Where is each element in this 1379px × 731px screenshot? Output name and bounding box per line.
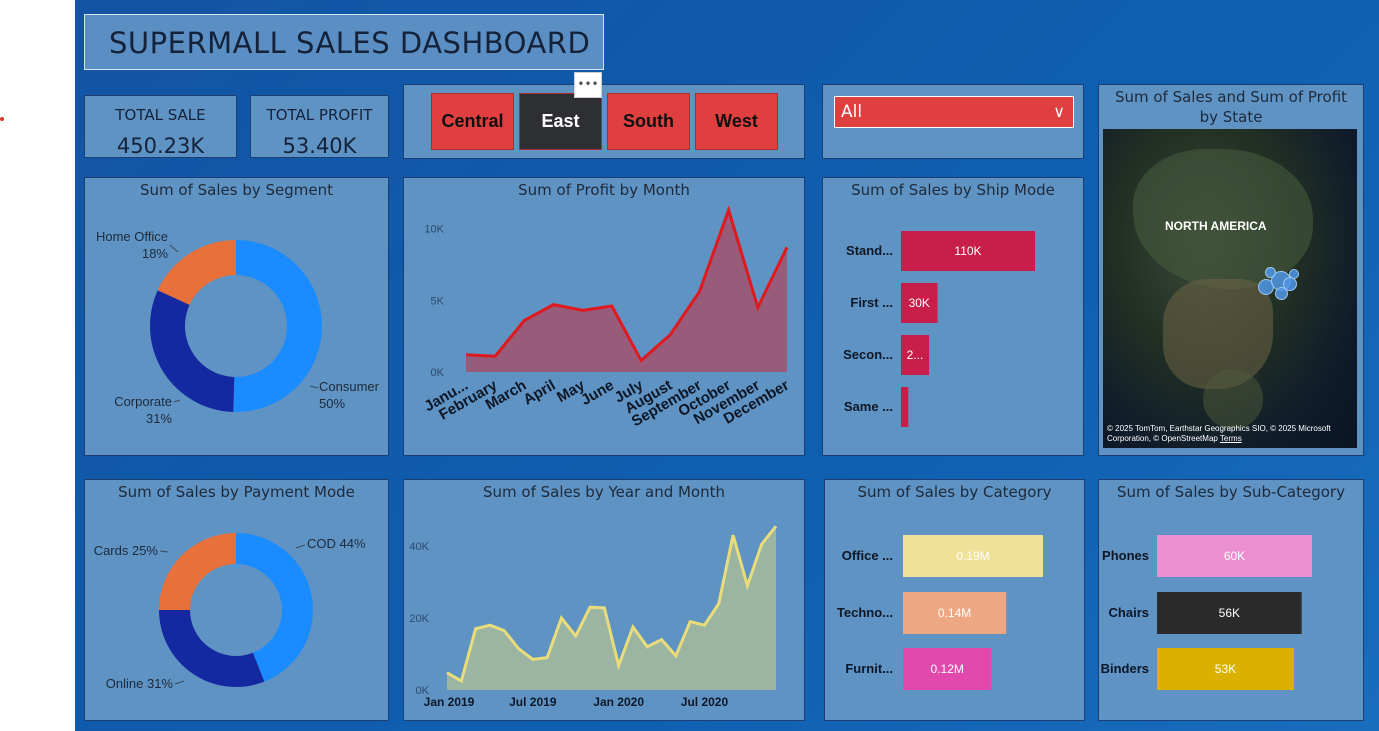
sub-category-panel: Sum of Sales by Sub-Category <box>1098 479 1364 721</box>
map-view[interactable]: NORTH AMERICA © 2025 TomTom, Earthstar G… <box>1103 129 1357 448</box>
segment-title: Sum of Sales by Segment <box>140 181 333 199</box>
sub-category-title: Sum of Sales by Sub-Category <box>1117 483 1345 501</box>
dropdown-value: All <box>841 102 863 122</box>
region-button-west[interactable]: West <box>695 93 778 150</box>
region-button-south[interactable]: South <box>607 93 690 150</box>
chevron-down-icon: ∨ <box>1053 102 1065 121</box>
map-attribution: © 2025 TomTom, Earthstar Geographics SIO… <box>1107 424 1357 444</box>
landmass <box>1203 369 1263 429</box>
payment-mode-title: Sum of Sales by Payment Mode <box>118 483 355 501</box>
map-title: Sum of Sales and Sum of Profit by State <box>1114 88 1348 126</box>
kpi-value: 53.40K <box>282 134 357 158</box>
kpi-label: TOTAL SALE <box>115 106 206 124</box>
sales-year-month-panel: Sum of Sales by Year and Month <box>403 479 805 721</box>
map-bubble[interactable] <box>1265 267 1276 278</box>
profit-month-panel: Sum of Profit by Month <box>403 177 805 456</box>
terms-link[interactable]: Terms <box>1220 434 1242 443</box>
payment-mode-panel: Sum of Sales by Payment Mode <box>84 479 389 721</box>
region-button-central[interactable]: Central <box>431 93 514 150</box>
region-button-east[interactable]: East <box>519 93 602 150</box>
segment-panel: Sum of Sales by Segment <box>84 177 389 456</box>
kpi-label: TOTAL PROFIT <box>266 106 373 124</box>
stray-dot <box>0 117 4 121</box>
map-bubble[interactable] <box>1289 269 1299 279</box>
kpi-total-profit: TOTAL PROFIT 53.40K <box>250 95 389 158</box>
ship-mode-title: Sum of Sales by Ship Mode <box>851 181 1055 199</box>
kpi-total-sale: TOTAL SALE 450.23K <box>84 95 237 158</box>
filter-dropdown[interactable]: All ∨ <box>834 96 1074 128</box>
map-bubble[interactable] <box>1275 287 1288 300</box>
dashboard-title: SUPERMALL SALES DASHBOARD <box>84 14 604 70</box>
map-region-label: NORTH AMERICA <box>1165 219 1267 233</box>
ship-mode-panel: Sum of Sales by Ship Mode <box>822 177 1084 456</box>
attribution-text: © 2025 TomTom, Earthstar Geographics SIO… <box>1107 424 1331 443</box>
kpi-value: 450.23K <box>116 134 205 158</box>
more-options-button[interactable]: ••• <box>574 72 602 98</box>
sales-year-month-title: Sum of Sales by Year and Month <box>482 483 726 501</box>
profit-month-title: Sum of Profit by Month <box>518 181 690 199</box>
category-panel: Sum of Sales by Category <box>824 479 1085 721</box>
category-title: Sum of Sales by Category <box>857 483 1052 501</box>
